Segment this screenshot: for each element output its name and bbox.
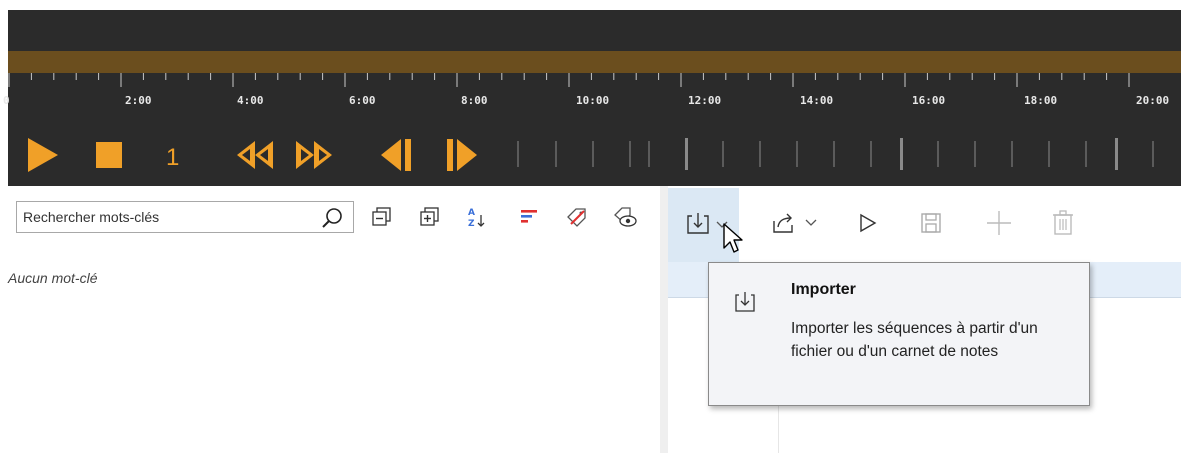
svg-text:A: A [468,208,475,218]
marker-tick [796,141,798,167]
fast-forward-button[interactable] [293,138,335,172]
search-icon[interactable] [321,207,343,229]
delete-button[interactable] [1050,206,1076,240]
marker-tick [592,141,594,167]
ruler-label: 16:00 [912,94,946,107]
delete-icon [1053,210,1073,235]
keywords-panel: A Z A [0,186,660,453]
chevron-down-icon [805,219,817,226]
collapse-all-icon [372,207,391,226]
export-icon [773,213,793,233]
visibility-tag-button[interactable] [612,204,638,230]
rewind-button[interactable] [234,138,276,172]
play-icon [860,213,877,233]
play-sequence-button[interactable] [856,206,880,240]
remove-tag-icon [567,208,586,227]
play-button[interactable] [24,138,60,172]
marker-tick [974,141,976,167]
timeline-track[interactable] [8,10,1181,51]
mouse-pointer-icon [723,223,743,253]
visibility-tag-icon [614,207,637,227]
rewind-icon [237,141,273,169]
marker-tick [1152,141,1154,167]
ruler-label: 6:00 [349,94,376,107]
no-keyword-message: Aucun mot-clé [8,270,98,286]
next-marker-button[interactable] [444,138,482,172]
remove-tag-button[interactable] [564,204,590,230]
import-icon [735,292,755,312]
previous-marker-icon [381,139,411,171]
next-marker-icon [447,139,477,171]
export-button[interactable] [766,206,824,240]
marker-tick [722,141,724,167]
left-gutter [0,0,8,186]
ruler-label: 8:00 [461,94,488,107]
collapse-all-button[interactable] [368,204,394,230]
marker-tick [1048,141,1050,167]
marker-tick [900,138,903,170]
marker-tick [759,141,761,167]
fast-forward-icon [296,141,332,169]
marker-tick [555,141,557,167]
marker-tick [1115,138,1118,170]
add-button[interactable] [984,206,1014,240]
time-ruler[interactable]: 0 2:00 4:00 6:00 8:00 10:00 12:00 14:00 … [3,73,1181,120]
marker-tick [517,141,519,167]
tooltip-description: Importer les séquences à partir d'un fic… [791,320,1038,360]
import-tooltip: Importer Importer les séquences à partir… [708,262,1090,406]
marker-tick [685,138,688,170]
tooltip-title: Importer [791,281,856,298]
loop-count[interactable]: 1 [166,144,179,172]
ruler-label: 4:00 [237,94,264,107]
ruler-label: 0 [3,94,10,107]
import-icon [687,213,709,234]
expand-all-button[interactable] [416,204,442,230]
sort-alpha-button[interactable]: A Z [464,204,490,230]
keyword-search-box[interactable] [16,201,354,233]
ruler-label: 14:00 [800,94,834,107]
ruler-label: 12:00 [688,94,722,107]
stop-button[interactable] [94,138,124,172]
add-icon [987,211,1011,235]
svg-text:Z: Z [468,219,475,229]
marker-tick [1011,141,1013,167]
timeline-range-band[interactable] [8,51,1181,73]
marker-tick [629,141,631,167]
panel-splitter[interactable] [660,186,668,453]
ruler-label: 10:00 [576,94,610,107]
marker-tick [833,141,835,167]
ruler-label: 20:00 [1136,94,1170,107]
save-button[interactable] [918,206,944,240]
transport-bar: 1 [8,120,1181,186]
sort-alpha-icon: A Z [468,208,485,229]
marker-tick [648,141,650,167]
app-window: 0 2:00 4:00 6:00 8:00 10:00 12:00 14:00 … [0,0,1181,453]
expand-all-icon [420,207,439,226]
marker-tick [937,141,939,167]
play-icon [28,138,58,172]
marker-tick [870,141,872,167]
ruler-label: 2:00 [125,94,152,107]
save-icon [921,213,941,233]
ruler-label: 18:00 [1024,94,1058,107]
keyword-search-input[interactable] [17,202,317,232]
previous-marker-button[interactable] [376,138,414,172]
sort-frequency-icon [521,210,537,223]
marker-tick [1085,141,1087,167]
stop-icon [96,142,122,168]
sort-frequency-button[interactable] [516,204,542,230]
